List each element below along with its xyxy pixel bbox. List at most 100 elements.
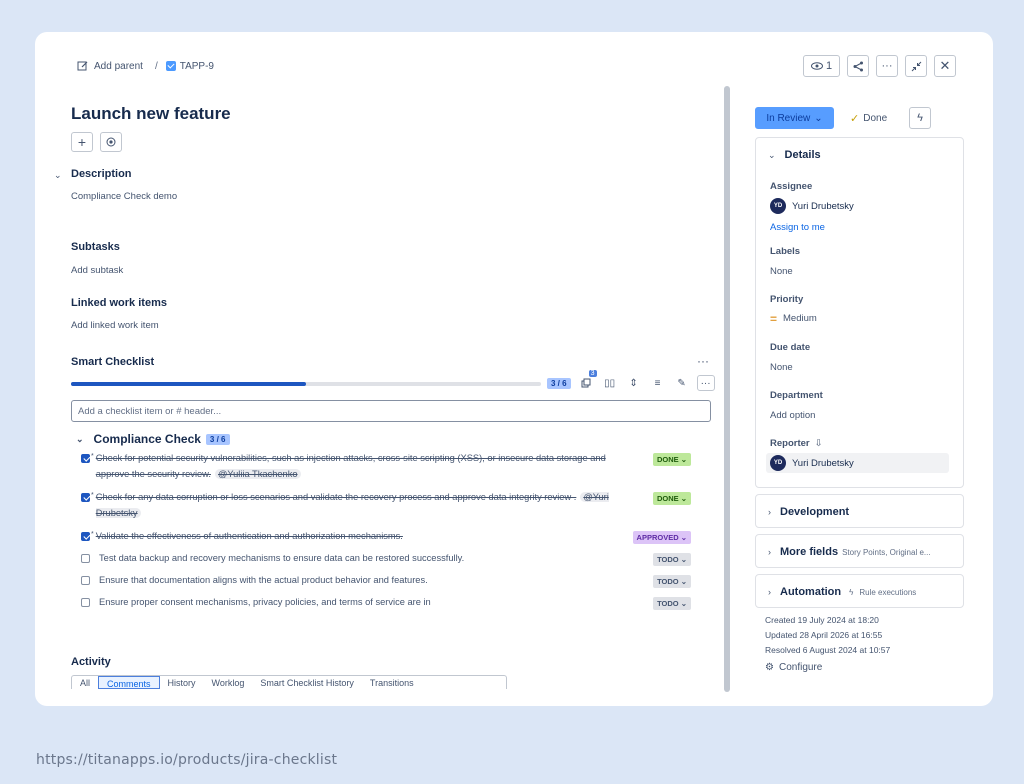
edit-icon bbox=[77, 60, 89, 72]
due-date-field[interactable]: None bbox=[770, 362, 793, 373]
checklist-item-text[interactable]: Ensure proper consent mechanisms, privac… bbox=[99, 594, 691, 610]
checklist-item-text[interactable]: Test data backup and recovery mechanisms… bbox=[99, 550, 691, 566]
smart-checklist-heading: Smart Checklist bbox=[71, 356, 155, 368]
chevron-down-icon[interactable]: ⌄ bbox=[54, 170, 62, 181]
lightning-icon: ϟ bbox=[917, 112, 923, 124]
checklist-item[interactable]: Ensure that documentation aligns with th… bbox=[81, 575, 691, 588]
add-subtask-link[interactable]: Add subtask bbox=[71, 265, 123, 276]
checklist-item-text[interactable]: Ensure that documentation aligns with th… bbox=[99, 572, 691, 588]
activity-tab[interactable]: Worklog bbox=[204, 676, 253, 689]
item-status-dropdown[interactable]: TODO ⌄ bbox=[653, 575, 691, 588]
department-field[interactable]: Add option bbox=[770, 410, 815, 421]
resolved-date: Resolved 6 August 2024 at 10:57 bbox=[765, 645, 891, 655]
comments-button[interactable]: 3 bbox=[577, 370, 597, 391]
close-icon: ✕ bbox=[939, 58, 951, 73]
task-type-icon bbox=[165, 61, 176, 71]
required-star-icon: * bbox=[91, 492, 94, 499]
item-status-dropdown[interactable]: DONE ⌄ bbox=[652, 492, 691, 505]
assignee-field[interactable]: YD Yuri Drubetsky bbox=[770, 198, 854, 214]
more-actions-button[interactable]: ··· bbox=[876, 55, 898, 77]
minimize-button[interactable] bbox=[905, 55, 927, 77]
activity-tab[interactable]: All bbox=[72, 676, 98, 689]
close-button[interactable]: ✕ bbox=[934, 55, 956, 77]
checklist-item[interactable]: Test data backup and recovery mechanisms… bbox=[81, 553, 691, 566]
item-status-dropdown[interactable]: TODO ⌄ bbox=[653, 597, 691, 610]
more-fields-panel[interactable]: › More fields Story Points, Original e..… bbox=[755, 534, 964, 568]
ellipsis-icon: ··· bbox=[700, 377, 711, 389]
item-status-dropdown[interactable]: DONE ⌄ bbox=[652, 453, 691, 466]
filter-icon: ≡ bbox=[654, 377, 661, 389]
checklist-progress-bar bbox=[71, 382, 541, 386]
checklist-item-text[interactable]: Check for any data corruption or loss sc… bbox=[95, 489, 691, 521]
chevron-right-icon: › bbox=[768, 587, 771, 597]
pencil-icon: ✎ bbox=[677, 377, 686, 389]
add-linked-item-link[interactable]: Add linked work item bbox=[71, 320, 159, 331]
details-heading: Details bbox=[784, 149, 821, 161]
done-label: Done bbox=[863, 112, 888, 124]
checklist-checkbox[interactable] bbox=[81, 532, 90, 541]
apps-button[interactable] bbox=[100, 132, 122, 152]
footer-url[interactable]: https://titanapps.io/products/jira-check… bbox=[36, 752, 337, 768]
issue-key-link[interactable]: TAPP-9 bbox=[180, 61, 214, 72]
filter-button[interactable]: ≡ bbox=[649, 375, 667, 391]
created-date: Created 19 July 2024 at 18:20 bbox=[765, 615, 879, 625]
checklist-item[interactable]: * Check for any data corruption or loss s… bbox=[81, 492, 691, 521]
collapse-icon bbox=[911, 61, 921, 71]
breadcrumb: Add parent / TAPP-9 bbox=[77, 60, 214, 72]
checklist-item[interactable]: * Check for potential security vulnerabil… bbox=[81, 453, 691, 482]
checklist-more-icon[interactable]: ··· bbox=[697, 354, 709, 368]
checklist-item[interactable]: * Validate the effectiveness of authentic… bbox=[81, 531, 691, 544]
add-parent-link[interactable]: Add parent bbox=[94, 61, 143, 72]
description-text[interactable]: Compliance Check demo bbox=[71, 191, 177, 202]
checklist-add-input[interactable]: Add a checklist item or # header... bbox=[71, 400, 711, 422]
activity-tab[interactable]: Comments bbox=[98, 676, 160, 689]
user-mention[interactable]: @Yuliia Tkachenko bbox=[214, 469, 301, 479]
configure-button[interactable]: ⚙ Configure bbox=[765, 662, 822, 673]
automation-panel[interactable]: › Automation ϟ Rule executions bbox=[755, 574, 964, 608]
watch-button[interactable]: 1 bbox=[803, 55, 840, 77]
breadcrumb-separator: / bbox=[154, 60, 158, 72]
checklist-checkbox[interactable] bbox=[81, 598, 90, 607]
priority-label: Priority bbox=[770, 294, 804, 305]
reporter-field[interactable]: YD Yuri Drubetsky bbox=[766, 453, 949, 473]
assign-to-me-link[interactable]: Assign to me bbox=[770, 222, 825, 233]
activity-tab[interactable]: Smart Checklist History bbox=[252, 676, 362, 689]
issue-title[interactable]: Launch new feature bbox=[71, 104, 231, 124]
priority-field[interactable]: = Medium bbox=[770, 313, 817, 325]
checklist-checkbox[interactable] bbox=[81, 554, 90, 563]
user-mention[interactable]: @Yuri Drubetsky bbox=[95, 492, 609, 518]
description-heading: Description bbox=[71, 168, 132, 180]
item-status-dropdown[interactable]: APPROVED ⌄ bbox=[632, 531, 691, 544]
edit-checklist-button[interactable]: ✎ bbox=[673, 375, 691, 391]
status-dropdown[interactable]: In Review ⌄ bbox=[755, 107, 834, 129]
add-button[interactable]: + bbox=[71, 132, 93, 152]
checklist-item-text[interactable]: Check for potential security vulnerabili… bbox=[96, 450, 691, 482]
columns-button[interactable]: ▯▯ bbox=[601, 375, 619, 391]
activity-heading: Activity bbox=[71, 656, 111, 668]
item-status-label: DONE bbox=[656, 494, 679, 503]
share-button[interactable] bbox=[847, 55, 869, 77]
done-transition-button[interactable]: ✓ Done bbox=[850, 107, 887, 129]
checklist-checkbox[interactable] bbox=[81, 454, 90, 463]
avatar: YD bbox=[770, 198, 786, 214]
labels-field[interactable]: None bbox=[770, 266, 793, 277]
checklist-options-button[interactable]: ··· bbox=[696, 375, 715, 391]
rule-executions-link[interactable]: Rule executions bbox=[859, 588, 916, 597]
automation-button[interactable]: ϟ bbox=[909, 107, 931, 129]
chevron-down-icon[interactable]: ⌄ bbox=[76, 434, 84, 445]
activity-tab[interactable]: History bbox=[160, 676, 204, 689]
split-button[interactable]: ⇕ bbox=[625, 375, 643, 391]
department-label: Department bbox=[770, 390, 823, 401]
checklist-item-text[interactable]: Validate the effectiveness of authentica… bbox=[96, 528, 691, 544]
checklist-group-header[interactable]: ⌄ Compliance Check 3 / 6 bbox=[76, 432, 230, 446]
activity-tab[interactable]: Transitions bbox=[362, 676, 422, 689]
assignee-label: Assignee bbox=[770, 181, 813, 192]
checklist-checkbox[interactable] bbox=[81, 576, 90, 585]
checklist-checkbox[interactable] bbox=[81, 493, 90, 502]
copy-icon bbox=[581, 378, 591, 388]
checklist-item[interactable]: Ensure proper consent mechanisms, privac… bbox=[81, 597, 691, 610]
development-panel[interactable]: › Development bbox=[755, 494, 964, 528]
item-status-dropdown[interactable]: TODO ⌄ bbox=[653, 553, 691, 566]
scrollbar[interactable] bbox=[724, 86, 730, 692]
details-header[interactable]: ⌄ Details bbox=[756, 138, 963, 172]
